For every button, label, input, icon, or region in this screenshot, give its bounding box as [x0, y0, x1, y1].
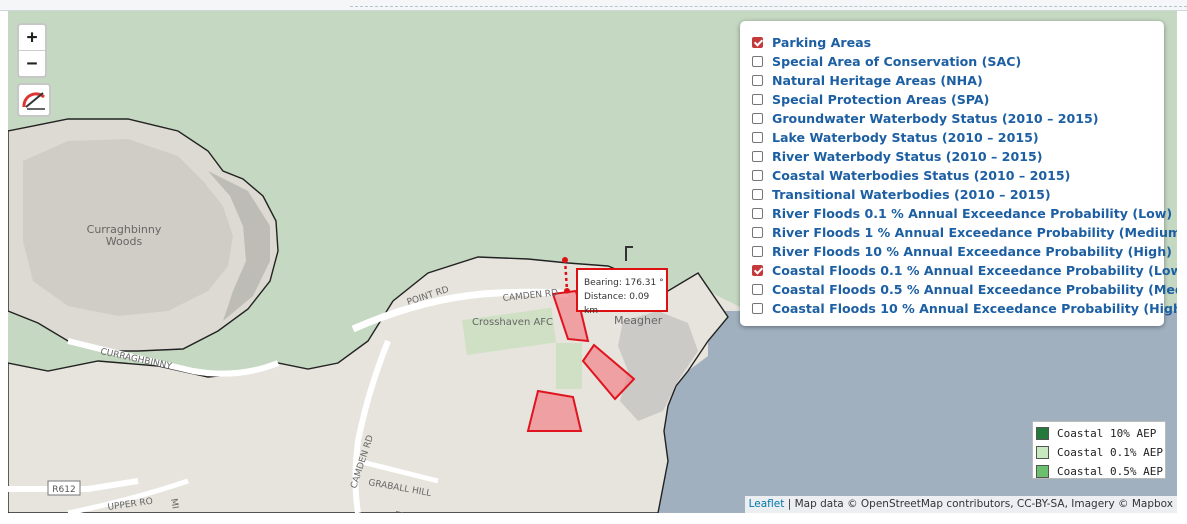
- zoom-out-button[interactable]: −: [19, 50, 45, 76]
- legend-swatch: [1036, 446, 1049, 459]
- layer-item[interactable]: Coastal Floods 10 % Annual Exceedance Pr…: [752, 299, 1177, 318]
- layer-item[interactable]: Coastal Floods 0.1 % Annual Exceedance P…: [752, 261, 1177, 280]
- layer-item[interactable]: Lake Waterbody Status (2010 – 2015): [752, 128, 1164, 147]
- layer-checkbox[interactable]: [752, 132, 763, 143]
- legend-item: Coastal 0.1% AEP: [1036, 443, 1165, 462]
- layer-label[interactable]: Lake Waterbody Status (2010 – 2015): [772, 130, 1039, 145]
- layer-item[interactable]: Parking Areas: [752, 33, 1164, 52]
- layer-checkbox[interactable]: [752, 151, 763, 162]
- layer-label[interactable]: Coastal Floods 0.1 % Annual Exceedance P…: [772, 263, 1177, 278]
- coastal-flood-area-3[interactable]: [526, 389, 583, 432]
- layer-item[interactable]: Special Area of Conservation (SAC): [752, 52, 1164, 71]
- layer-list: Parking Areas Special Area of Conservatio…: [740, 21, 1177, 318]
- label-ar-fragment: AR: [393, 510, 405, 513]
- leaflet-link[interactable]: Leaflet: [749, 498, 785, 510]
- top-strip-dotted-line: [350, 6, 1187, 7]
- distance-readout: Distance: 0.09 km: [584, 292, 650, 316]
- layer-label[interactable]: Coastal Waterbodies Status (2010 – 2015): [772, 168, 1070, 183]
- harbour-water-area: [658, 311, 1177, 513]
- layer-label[interactable]: Parking Areas: [772, 35, 871, 50]
- layer-label[interactable]: Coastal Floods 10 % Annual Exceedance Pr…: [772, 301, 1177, 316]
- bearing-readout: Bearing: 176.31 °: [584, 278, 664, 288]
- legend-swatch: [1036, 465, 1049, 478]
- layer-checkbox[interactable]: [752, 284, 763, 295]
- legend-label: Coastal 0.1% AEP: [1057, 446, 1163, 459]
- layer-item[interactable]: Coastal Waterbodies Status (2010 – 2015): [752, 166, 1164, 185]
- layer-checkbox[interactable]: [752, 208, 763, 219]
- map-canvas[interactable]: Curraghbinny Woods POINT RD CAMDEN RD Cr…: [8, 11, 1177, 513]
- layer-item[interactable]: Natural Heritage Areas (NHA): [752, 71, 1164, 90]
- measure-start-point: [562, 257, 568, 263]
- layer-label[interactable]: Groundwater Waterbody Status (2010 – 201…: [772, 111, 1099, 126]
- label-r612: R612: [52, 485, 75, 495]
- layer-checkbox[interactable]: [752, 303, 763, 314]
- layer-checkbox[interactable]: [752, 265, 763, 276]
- protractor-icon: [22, 92, 46, 110]
- park-green: [556, 343, 582, 389]
- attribution-text: | Map data © OpenStreetMap contributors,…: [787, 498, 1173, 510]
- legend-label: Coastal 0.5% AEP: [1057, 465, 1163, 478]
- layer-checkbox[interactable]: [752, 94, 763, 105]
- layer-item[interactable]: River Floods 10 % Annual Exceedance Prob…: [752, 242, 1172, 261]
- label-woods-line2: Woods: [106, 235, 143, 248]
- layer-control-panel: Parking Areas Special Area of Conservatio…: [740, 21, 1177, 326]
- layer-item[interactable]: Special Protection Areas (SPA): [752, 90, 1164, 109]
- layer-item[interactable]: River Floods 1 % Annual Exceedance Proba…: [752, 223, 1177, 242]
- layer-checkbox[interactable]: [752, 170, 763, 181]
- legend-item: Coastal 0.5% AEP: [1036, 462, 1165, 481]
- label-mi-fragment: MI: [168, 498, 180, 510]
- layer-label[interactable]: River Waterbody Status (2010 – 2015): [772, 149, 1042, 164]
- layer-label[interactable]: Transitional Waterbodies (2010 – 2015): [772, 187, 1051, 202]
- layer-checkbox[interactable]: [752, 113, 763, 124]
- layer-checkbox[interactable]: [752, 246, 763, 257]
- legend-label: Coastal 10% AEP: [1057, 427, 1157, 440]
- layer-label[interactable]: Special Area of Conservation (SAC): [772, 54, 1021, 69]
- layer-item[interactable]: Groundwater Waterbody Status (2010 – 201…: [752, 109, 1164, 128]
- layer-label[interactable]: Natural Heritage Areas (NHA): [772, 73, 983, 88]
- layer-checkbox[interactable]: [752, 189, 763, 200]
- layer-checkbox[interactable]: [752, 56, 763, 67]
- layer-checkbox[interactable]: [752, 75, 763, 86]
- legend-item: Coastal 10% AEP: [1036, 424, 1165, 443]
- attribution-bar: Leaflet | Map data © OpenStreetMap contr…: [744, 496, 1177, 513]
- label-club: Crosshaven AFC: [472, 317, 553, 328]
- layer-label[interactable]: River Floods 1 % Annual Exceedance Proba…: [772, 225, 1177, 240]
- zoom-control: + −: [17, 23, 47, 78]
- layer-label[interactable]: Coastal Floods 0.5 % Annual Exceedance P…: [772, 282, 1177, 297]
- layer-item[interactable]: Transitional Waterbodies (2010 – 2015): [752, 185, 1164, 204]
- layer-label[interactable]: Special Protection Areas (SPA): [772, 92, 989, 107]
- layer-checkbox[interactable]: [752, 227, 763, 238]
- legend-swatch: [1036, 427, 1049, 440]
- layer-item[interactable]: Coastal Floods 0.5 % Annual Exceedance P…: [752, 280, 1177, 299]
- layer-item[interactable]: River Floods 0.1 % Annual Exceedance Pro…: [752, 204, 1172, 223]
- flood-legend: Coastal 10% AEP Coastal 0.1% AEP Coastal 0…: [1032, 421, 1166, 479]
- layer-item[interactable]: River Waterbody Status (2010 – 2015): [752, 147, 1164, 166]
- measure-tool-button[interactable]: [17, 83, 51, 117]
- top-strip: [0, 0, 1187, 11]
- layer-label[interactable]: River Floods 0.1 % Annual Exceedance Pro…: [772, 206, 1172, 221]
- measure-tooltip: Bearing: 176.31 ° Distance: 0.09 km: [576, 268, 668, 316]
- layer-checkbox[interactable]: [752, 37, 763, 48]
- layer-label[interactable]: River Floods 10 % Annual Exceedance Prob…: [772, 244, 1172, 259]
- zoom-in-button[interactable]: +: [19, 25, 45, 50]
